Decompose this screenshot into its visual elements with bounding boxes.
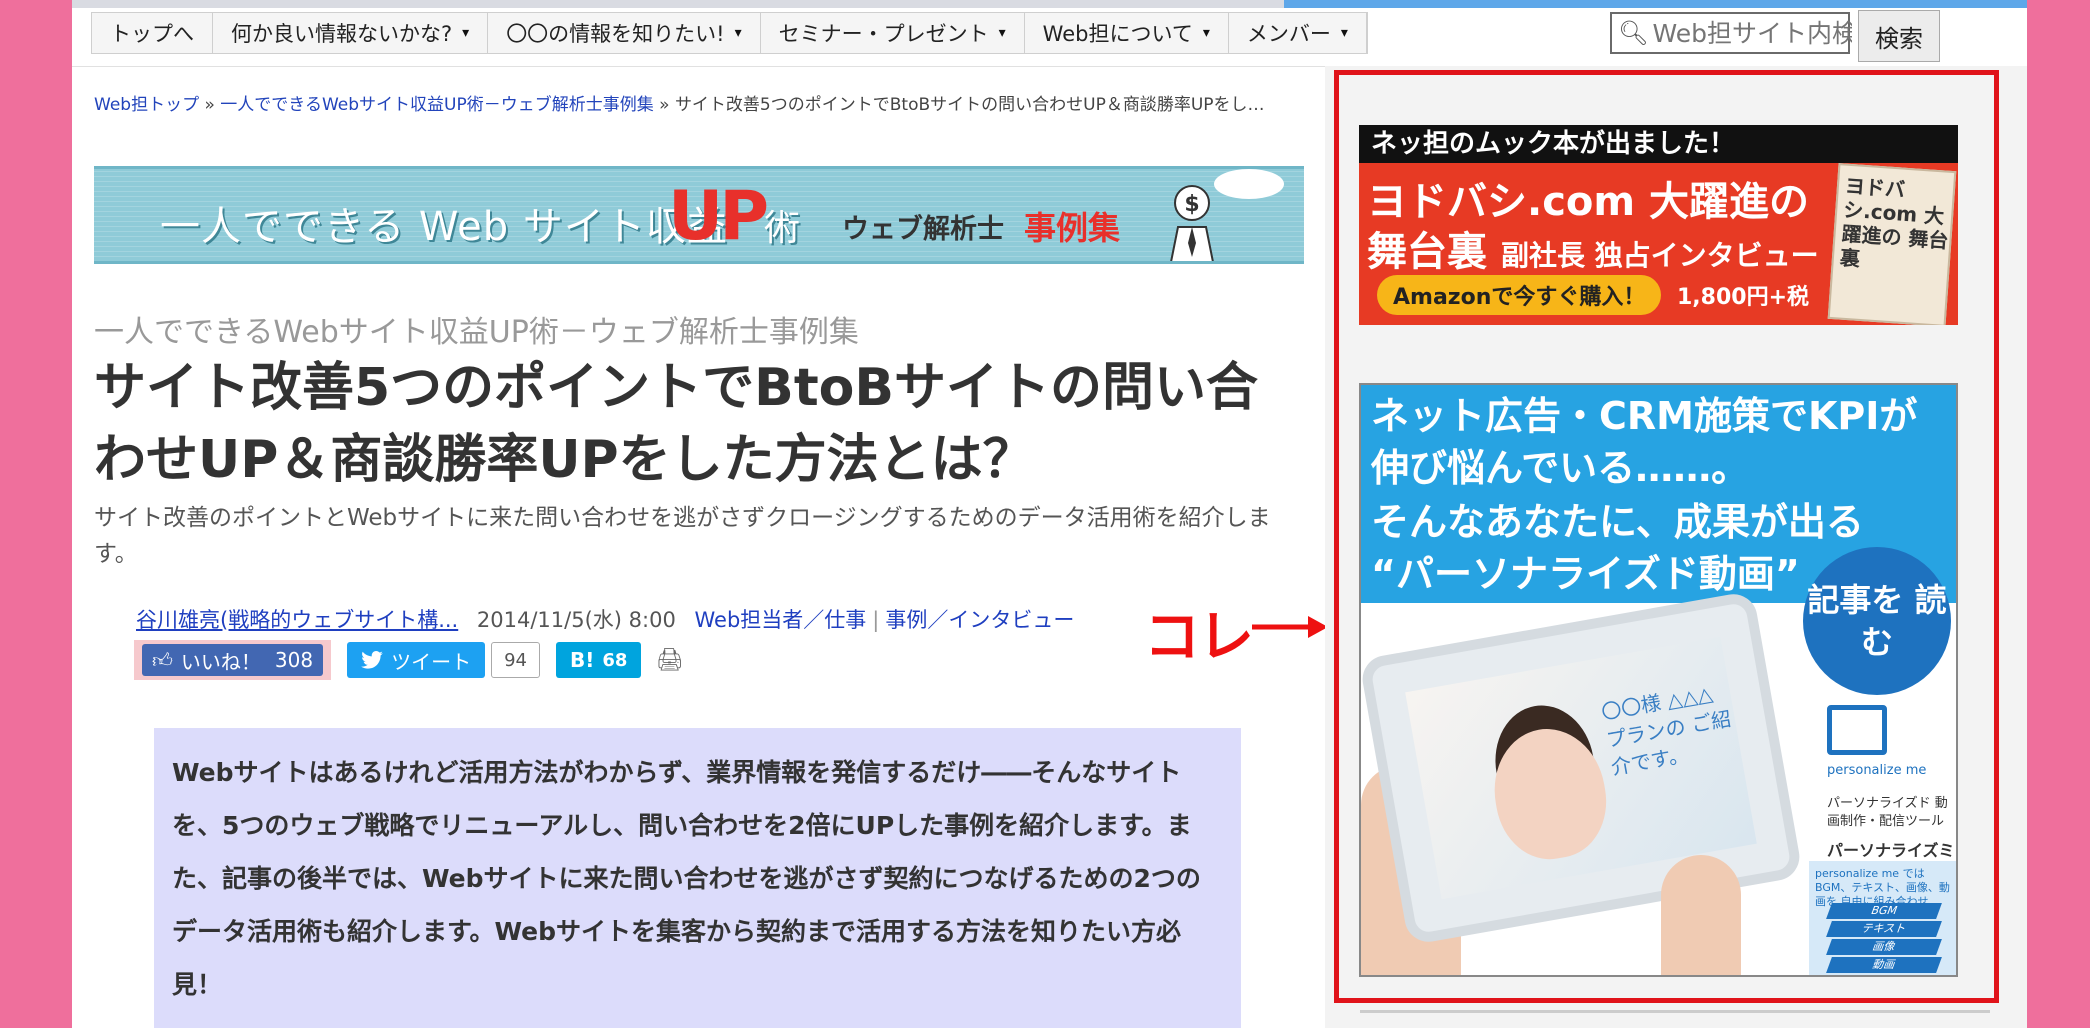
thumbs-up-icon: 👍︎ (152, 647, 173, 672)
print-icon[interactable]: 🖨︎ (655, 648, 683, 673)
nav-item-want-info[interactable]: 〇〇の情報を知りたい! ▾ (488, 13, 761, 53)
twitter-bird-icon (361, 651, 383, 669)
banner-up-text: UP (668, 177, 769, 256)
annotation-arrow-icon (1252, 616, 1328, 638)
annotation-highlight-box (1334, 70, 1999, 1003)
breadcrumb-current: サイト改善5つのポイントでBtoBサイトの問い合わせUP＆商談勝率UPをし… (674, 95, 1265, 115)
like-button[interactable]: 👍︎ いいね！ 308 (142, 644, 324, 676)
author-link[interactable]: 谷川雄亮(戦略的ウェブサイト構... (136, 608, 458, 632)
breadcrumb-separator: » (204, 95, 215, 115)
breadcrumb: Web担トップ » 一人でできるWebサイト収益UP術－ウェブ解析士事例集 » … (94, 90, 1265, 115)
svg-text:$: $ (1184, 192, 1199, 217)
nav-item-info[interactable]: 何か良い情報ないかな? ▾ (213, 13, 489, 53)
nav-item-about[interactable]: Web担について ▾ (1025, 13, 1229, 53)
hatena-count: 68 (602, 649, 628, 671)
chevron-down-icon: ▾ (998, 25, 1006, 41)
article-meta: 谷川雄亮(戦略的ウェブサイト構... 2014/11/5(水) 8:00 Web… (136, 608, 1075, 632)
article-title: サイト改善5つのポイントでBtoBサイトの問い合わせUP＆商談勝率UPをした方法… (94, 358, 1259, 490)
breadcrumb-separator: » (659, 95, 670, 115)
nav-item-seminar[interactable]: セミナー・プレゼント ▾ (761, 13, 1025, 53)
sidebar-divider (1360, 1010, 1990, 1013)
tweet-button[interactable]: ツイート (347, 642, 486, 678)
businessman-icon: $ (1170, 185, 1214, 261)
search-input[interactable] (1652, 18, 1853, 48)
annotation-label: コレ (1144, 605, 1254, 670)
global-nav: トップへ 何か良い情報ないかな? ▾ 〇〇の情報を知りたい! ▾ セミナー・プレゼン… (91, 12, 1368, 54)
banner-jutsu-text: 術 (764, 208, 801, 249)
chevron-down-icon: ▾ (462, 25, 470, 41)
chevron-down-icon: ▾ (734, 25, 742, 41)
hatena-bookmark-button[interactable]: B! 68 (556, 642, 642, 678)
page-frame-right (2027, 0, 2090, 1028)
chevron-down-icon: ▾ (1202, 25, 1210, 41)
search-icon: 🔍︎ (1618, 19, 1649, 47)
nav-item-top[interactable]: トップへ (92, 13, 213, 53)
thought-bubble-icon (1214, 169, 1284, 199)
article-lead: サイト改善のポイントとWebサイトに来た問い合わせを逃がさずクロージングするため… (94, 505, 1271, 567)
banner-subtitle-red: 事例集 (1024, 209, 1121, 247)
category-link-case[interactable]: 事例／インタビュー (885, 608, 1074, 632)
article-series: 一人でできるWebサイト収益UP術－ウェブ解析士事例集 (94, 315, 859, 350)
category-link-work[interactable]: Web担当者／仕事 (695, 608, 867, 632)
like-count: 308 (274, 648, 314, 672)
top-accent-bar (72, 0, 2027, 8)
chevron-down-icon: ▾ (1340, 25, 1348, 41)
tweet-count: 94 (491, 642, 540, 678)
banner-title: 一人でできる Web サイト収益 (160, 204, 728, 250)
article-summary: Webサイトはあるけれど活用方法がわからず、業界情報を発信するだけ――そんなサイ… (154, 728, 1241, 1028)
series-banner[interactable]: 一人でできる Web サイト収益 UP 術 ウェブ解析士 事例集 $ (94, 166, 1304, 264)
breadcrumb-link-series[interactable]: 一人でできるWebサイト収益UP術－ウェブ解析士事例集 (220, 95, 653, 115)
nav-item-members[interactable]: メンバー ▾ (1229, 13, 1367, 53)
page: トップへ 何か良い情報ないかな? ▾ 〇〇の情報を知りたい! ▾ セミナー・プレゼン… (72, 0, 2027, 1028)
search-button[interactable]: 検索 (1858, 10, 1940, 62)
breadcrumb-link-home[interactable]: Web担トップ (94, 95, 199, 115)
page-frame-left (0, 0, 72, 1028)
banner-subtitle: ウェブ解析士 (842, 214, 1004, 245)
social-buttons: 👍︎ いいね！ 308 ツイート 94 B! 68 🖨︎ (134, 640, 683, 680)
site-search-box[interactable]: 🔍︎ (1610, 12, 1853, 54)
publish-date: 2014/11/5(水) 8:00 (476, 608, 676, 632)
